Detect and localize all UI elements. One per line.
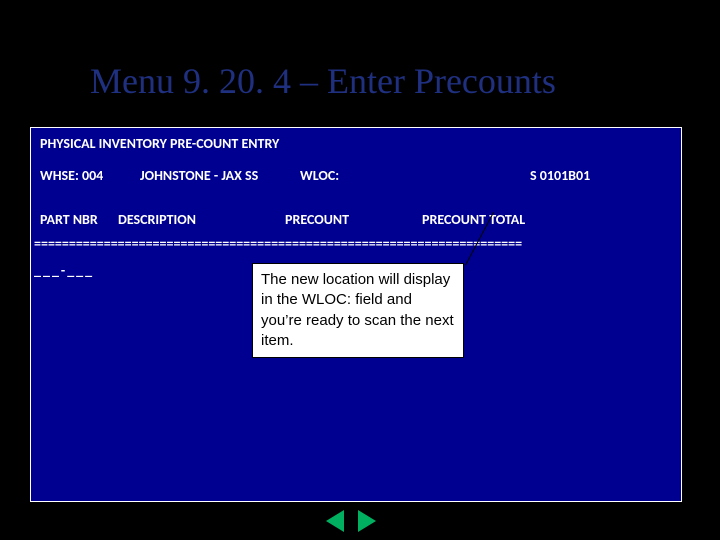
nav-controls [326, 510, 376, 537]
whse-name: JOHNSTONE - JAX SS [140, 167, 258, 184]
next-slide-button[interactable] [358, 510, 376, 532]
col-description: DESCRIPTION [118, 211, 196, 228]
divider-line: ========================================… [34, 235, 682, 252]
col-precount: PRECOUNT [285, 211, 349, 228]
wloc-value: S 0101B01 [530, 167, 590, 184]
screen-header: PHYSICAL INVENTORY PRE-COUNT ENTRY [40, 135, 279, 152]
slide: Menu 9. 20. 4 – Enter Precounts PHYSICAL… [0, 0, 720, 540]
terminal-panel: PHYSICAL INVENTORY PRE-COUNT ENTRY WHSE:… [28, 125, 684, 504]
slide-title: Menu 9. 20. 4 – Enter Precounts [90, 60, 556, 102]
col-part: PART NBR [40, 211, 98, 228]
col-precount-total: PRECOUNT TOTAL [422, 211, 525, 228]
input-prompt: ___-___ [34, 262, 94, 279]
wloc-label: WLOC: [300, 167, 339, 184]
callout-box: The new location will display in the WLO… [252, 263, 464, 358]
whse-label: WHSE: 004 [40, 167, 103, 184]
prev-slide-button[interactable] [326, 510, 344, 532]
